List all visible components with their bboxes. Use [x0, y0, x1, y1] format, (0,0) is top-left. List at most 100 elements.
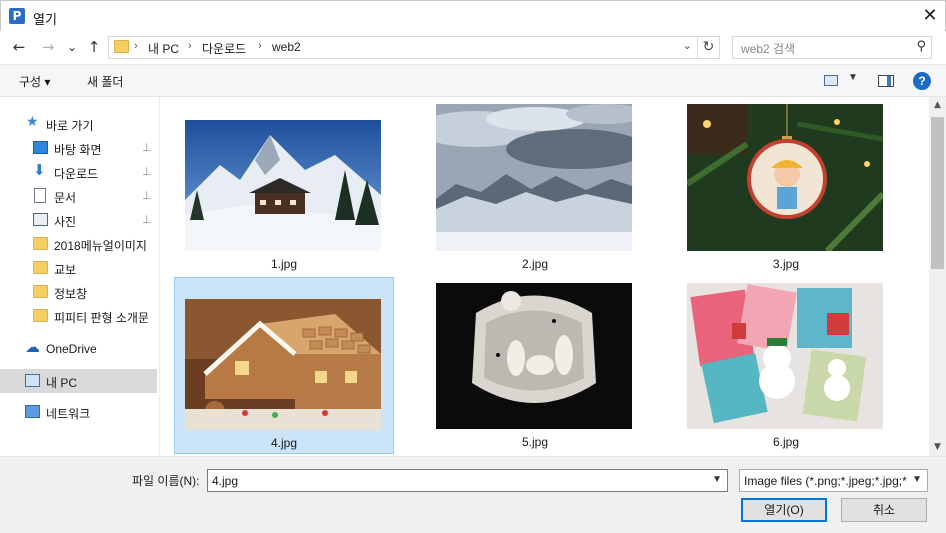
sidebar-label: 문서 [54, 191, 77, 205]
desktop-icon [33, 141, 48, 154]
sidebar-label: OneDrive [46, 342, 97, 356]
sidebar-label: 바탕 화면 [54, 143, 102, 157]
navigation-bar: ← → ⌄ ↑ › 내 PC › 다운로드 › web2 ⌄ ↻ web2 검색… [0, 31, 946, 64]
file-tile[interactable]: 3.jpg [676, 99, 896, 276]
command-bar: 구성 ▾ 새 폴더 ▼ ? [0, 64, 946, 97]
thumbnail-image [185, 299, 381, 430]
sidebar-label: 다운로드 [54, 167, 99, 181]
pin-icon: ⊥ [142, 165, 152, 178]
help-icon[interactable]: ? [913, 72, 931, 90]
thumbnail-image [436, 283, 632, 429]
vertical-scrollbar[interactable]: ▲ ▼ [929, 97, 946, 456]
thumbnail-image [185, 120, 381, 251]
file-type-value: Image files (*.png;*.jpeg;*.jpg;* [744, 474, 907, 488]
preview-pane-icon[interactable] [878, 75, 894, 87]
pictures-icon [33, 213, 48, 226]
file-name: 4.jpg [270, 436, 298, 450]
file-tile[interactable]: 4.jpg [174, 277, 394, 454]
thumbnail-image [436, 104, 632, 251]
thumbnail-image [687, 283, 883, 429]
view-dropdown-icon[interactable]: ▼ [848, 72, 858, 83]
cloud-icon: ☁ [25, 338, 40, 356]
open-button[interactable]: 열기(O) [741, 498, 827, 522]
download-icon: ⬇ [33, 161, 46, 179]
sidebar-label: 피피티 판형 소개문 [54, 311, 149, 325]
sidebar-item-folder[interactable]: 교보 [0, 256, 157, 280]
filename-label: 파일 이름(N): [132, 474, 200, 488]
sidebar-label: 바로 가기 [46, 119, 94, 133]
file-type-select[interactable]: Image files (*.png;*.jpeg;*.jpg;* ▼ [739, 469, 928, 492]
address-bar[interactable]: › 내 PC › 다운로드 › web2 ⌄ [108, 36, 698, 59]
thumbnail-image [687, 104, 883, 251]
file-name: 5.jpg [521, 435, 549, 449]
app-icon: P [9, 8, 25, 24]
document-icon [34, 188, 46, 203]
breadcrumb-separator: › [258, 40, 262, 52]
folder-icon [114, 40, 129, 53]
forward-button[interactable]: → [38, 37, 58, 57]
sidebar-item-pictures[interactable]: 사진 ⊥ [0, 208, 157, 232]
address-dropdown-icon[interactable]: ⌄ [683, 39, 692, 52]
file-tile[interactable]: 2.jpg [425, 99, 645, 276]
file-tile[interactable]: 6.jpg [676, 277, 896, 454]
search-input[interactable]: web2 검색 ⚲ [732, 36, 932, 59]
computer-icon [25, 374, 40, 387]
back-button[interactable]: ← [9, 37, 29, 57]
close-button[interactable]: ✕ [915, 1, 945, 31]
file-name: 1.jpg [270, 257, 298, 271]
pin-icon: ⊥ [142, 213, 152, 226]
file-tile[interactable]: 5.jpg [425, 277, 645, 454]
sidebar-item-this-pc[interactable]: 내 PC [0, 369, 157, 393]
sidebar-item-desktop[interactable]: 바탕 화면 ⊥ [0, 136, 157, 160]
file-name: 3.jpg [772, 257, 800, 271]
sidebar-item-onedrive[interactable]: ☁ OneDrive [0, 337, 157, 361]
recent-locations-button[interactable]: ⌄ [62, 37, 82, 57]
sidebar-label: 2018메뉴얼이미지 [54, 239, 147, 253]
sidebar-label: 네트워크 [46, 407, 91, 421]
scroll-up-icon[interactable]: ▲ [929, 97, 946, 114]
sidebar-label: 내 PC [46, 376, 78, 390]
navigation-pane: ★ 바로 가기 바탕 화면 ⊥ ⬇ 다운로드 ⊥ 문서 ⊥ 사진 ⊥ 2018메… [0, 97, 160, 456]
sidebar-item-network[interactable]: 네트워크 [0, 400, 157, 424]
refresh-button[interactable]: ↻ [698, 36, 720, 59]
file-list: 1.jpg 2.jpg 3.jpg 4.jpg 5.jpg 6.jpg [161, 97, 929, 456]
star-icon: ★ [26, 114, 39, 130]
sidebar-item-quick-access[interactable]: ★ 바로 가기 [0, 112, 157, 136]
pin-icon: ⊥ [142, 141, 152, 154]
file-name: 6.jpg [772, 435, 800, 449]
sidebar-item-folder[interactable]: 피피티 판형 소개문 [0, 304, 157, 328]
breadcrumb-this-pc[interactable]: 내 PC [148, 40, 179, 57]
sidebar-label: 교보 [54, 263, 77, 277]
folder-icon [33, 309, 48, 322]
window-title: 열기 [33, 12, 57, 27]
pin-icon: ⊥ [142, 189, 152, 202]
sidebar-item-folder[interactable]: 2018메뉴얼이미지 [0, 232, 157, 256]
sidebar-item-downloads[interactable]: ⬇ 다운로드 ⊥ [0, 160, 157, 184]
sidebar-label: 사진 [54, 215, 77, 229]
search-placeholder: web2 검색 [741, 42, 796, 56]
network-icon [25, 405, 40, 418]
filename-input[interactable]: 4.jpg ▼ [207, 469, 728, 492]
chevron-down-icon[interactable]: ▼ [712, 474, 722, 485]
dialog-footer: 파일 이름(N): 4.jpg ▼ Image files (*.png;*.j… [0, 456, 946, 533]
breadcrumb-separator: › [188, 40, 192, 52]
search-icon[interactable]: ⚲ [916, 39, 926, 54]
breadcrumb-separator: › [134, 40, 138, 52]
view-options-icon[interactable] [824, 75, 838, 86]
breadcrumb-web2[interactable]: web2 [272, 40, 301, 54]
title-bar: P 열기 ✕ [0, 0, 946, 31]
scrollbar-thumb[interactable] [931, 117, 944, 269]
sidebar-item-documents[interactable]: 문서 ⊥ [0, 184, 157, 208]
up-button[interactable]: ↑ [84, 37, 104, 57]
sidebar-item-folder[interactable]: 정보창 [0, 280, 157, 304]
organize-button[interactable]: 구성 ▾ [19, 73, 50, 90]
file-tile[interactable]: 1.jpg [174, 99, 394, 276]
scroll-down-icon[interactable]: ▼ [929, 439, 946, 456]
sidebar-label: 정보창 [54, 287, 88, 301]
breadcrumb-downloads[interactable]: 다운로드 [202, 40, 246, 57]
new-folder-button[interactable]: 새 폴더 [87, 73, 123, 90]
folder-icon [33, 285, 48, 298]
folder-icon [33, 237, 48, 250]
cancel-button[interactable]: 취소 [841, 498, 927, 522]
chevron-down-icon[interactable]: ▼ [912, 474, 922, 485]
